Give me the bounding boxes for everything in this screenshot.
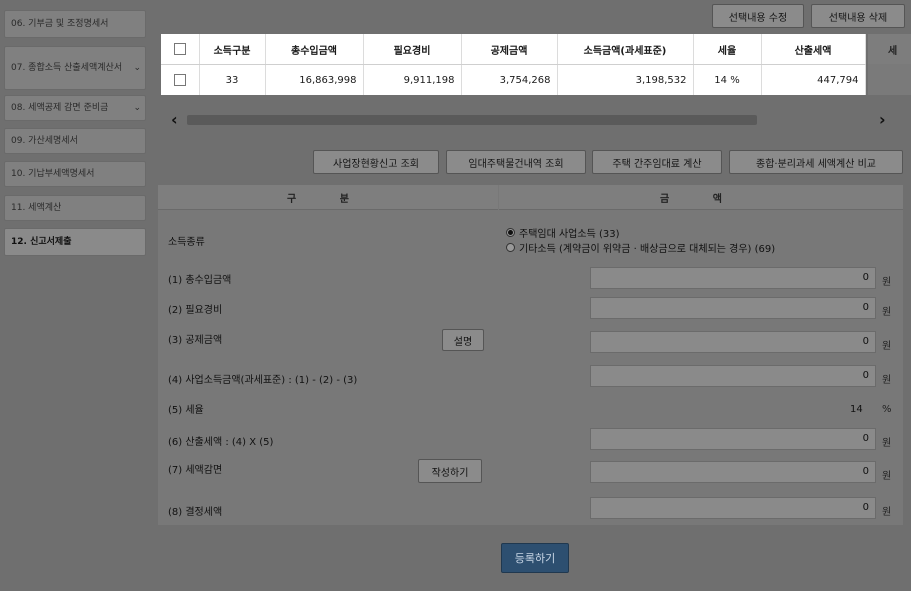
column-header: 필요경비 <box>363 34 462 65</box>
table-row-overflow <box>868 64 911 95</box>
radio-other-income[interactable]: 기타소득 (계약금이 위약금 · 배상금으로 대체되는 경우) (69) <box>506 240 775 255</box>
sidebar-item-label: 07. 종합소득 산출세액계산서 <box>11 63 123 73</box>
table-cell: 3,754,268 <box>461 64 558 95</box>
row-checkbox[interactable] <box>173 74 186 86</box>
unit-label: 원 <box>882 341 892 352</box>
table-cell: 3,198,532 <box>557 64 694 95</box>
table-cell: 447,794 <box>761 64 866 95</box>
business-income-field: 0 <box>590 365 876 387</box>
table-cell: 9,911,198 <box>363 64 462 95</box>
sidebar-item-label: 11. 세액계산 <box>11 203 62 213</box>
chevron-down-icon: ⌄ <box>133 103 141 113</box>
column-header-overflow: 세 <box>868 34 911 64</box>
sidebar-item-label: 06. 기부금 및 조정명세서 <box>11 19 109 29</box>
tax-rate-value: 14 <box>850 404 863 415</box>
sidebar-item-donation[interactable]: 06. 기부금 및 조정명세서 <box>4 10 146 38</box>
income-form: 구 분 금 액 소득종류 주택임대 사업소득 (33) 기타소득 (계약금이 위… <box>158 185 903 525</box>
chevron-down-icon: ⌄ <box>133 63 141 73</box>
radio-selected-icon <box>506 228 515 237</box>
tax-reduction-field[interactable]: 0 <box>590 461 876 483</box>
explain-button[interactable]: 설명 <box>442 329 484 351</box>
radio-unselected-icon <box>506 243 515 252</box>
unit-label: 원 <box>882 277 892 288</box>
column-header: 산출세액 <box>761 34 866 65</box>
unit-label: 원 <box>882 375 892 386</box>
unit-label: 원 <box>882 507 892 518</box>
amount-column-header: 금 액 <box>499 185 903 210</box>
sidebar-item-label: 09. 가산세명세서 <box>11 136 78 146</box>
row-label-calculated-tax: (6) 산출세액 : (4) X (5) <box>168 437 274 448</box>
sidebar-item-additional-tax[interactable]: 09. 가산세명세서 <box>4 128 146 154</box>
sidebar-item-prepaid-tax[interactable]: 10. 기납부세액명세서 <box>4 161 146 187</box>
table-cell: 14 % <box>693 64 762 95</box>
radio-housing-rental[interactable]: 주택임대 사업소득 (33) <box>506 225 620 240</box>
row-label-tax-reduction: (7) 세액감면 <box>168 465 223 476</box>
calculated-tax-field: 0 <box>590 428 876 450</box>
sidebar-item-tax-calc-statement[interactable]: 07. 종합소득 산출세액계산서 ⌄ <box>4 46 146 90</box>
category-column-header: 구 분 <box>158 185 498 210</box>
register-button[interactable]: 등록하기 <box>501 543 569 573</box>
horizontal-scrollbar[interactable]: ‹ › <box>161 108 901 132</box>
write-button[interactable]: 작성하기 <box>418 459 482 483</box>
row-label-expenses: (2) 필요경비 <box>168 305 223 316</box>
sidebar-item-tax-credit[interactable]: 08. 세액공제 감면 준비금 ⌄ <box>4 95 146 121</box>
column-header: 총수입금액 <box>265 34 364 65</box>
row-label-business-income: (4) 사업소득금액(과세표준) : (1) - (2) - (3) <box>168 375 358 386</box>
scrollbar-thumb[interactable] <box>187 115 757 125</box>
radio-label: 기타소득 (계약금이 위약금 · 배상금으로 대체되는 경우) (69) <box>519 244 776 255</box>
unit-label: 원 <box>882 438 892 449</box>
row-label-deduction: (3) 공제금액 <box>168 335 223 346</box>
expenses-field[interactable]: 0 <box>590 297 876 319</box>
chevron-right-icon[interactable]: › <box>879 110 886 129</box>
radio-label: 주택임대 사업소득 (33) <box>519 229 620 240</box>
income-type-label: 소득종류 <box>168 237 205 248</box>
column-header: 세율 <box>693 34 762 65</box>
row-select-cell[interactable] <box>161 64 200 95</box>
unit-label: 원 <box>882 471 892 482</box>
rental-housing-button[interactable]: 임대주택물건내역 조회 <box>446 150 586 174</box>
sidebar-item-label: 10. 기납부세액명세서 <box>11 169 95 179</box>
business-report-button[interactable]: 사업장현황신고 조회 <box>313 150 439 174</box>
edit-selected-button[interactable]: 선택내용 수정 <box>712 4 804 28</box>
deduction-field[interactable]: 0 <box>590 331 876 353</box>
sidebar-item-label: 08. 세액공제 감면 준비금 <box>11 103 109 113</box>
deemed-rent-button[interactable]: 주택 간주임대료 계산 <box>592 150 722 174</box>
chevron-left-icon[interactable]: ‹ <box>171 110 178 129</box>
column-header: 소득금액(과세표준) <box>557 34 694 65</box>
sidebar-item-submit[interactable]: 12. 신고서제출 <box>4 228 146 256</box>
column-header: 소득구분 <box>199 34 266 65</box>
column-header: 공제금액 <box>461 34 558 65</box>
total-income-field[interactable]: 0 <box>590 267 876 289</box>
select-all-checkbox[interactable] <box>173 43 186 55</box>
sidebar-item-label: 12. 신고서제출 <box>11 237 72 247</box>
row-label-total-income: (1) 총수입금액 <box>168 275 232 286</box>
sidebar-item-tax-calculation[interactable]: 11. 세액계산 <box>4 195 146 221</box>
select-all-cell[interactable] <box>161 34 200 65</box>
row-label-final-tax: (8) 결정세액 <box>168 507 223 518</box>
final-tax-field: 0 <box>590 497 876 519</box>
row-label-tax-rate: (5) 세율 <box>168 405 204 416</box>
table-row[interactable]: 33 16,863,998 9,911,198 3,754,268 3,198,… <box>161 64 866 95</box>
table-cell: 33 <box>199 64 266 95</box>
unit-label: % <box>882 404 892 415</box>
table-cell: 16,863,998 <box>265 64 364 95</box>
delete-selected-button[interactable]: 선택내용 삭제 <box>811 4 905 28</box>
table-header-row: 소득구분 총수입금액 필요경비 공제금액 소득금액(과세표준) 세율 산출세액 <box>161 34 866 65</box>
tax-compare-button[interactable]: 종합·분리과세 세액계산 비교 <box>729 150 903 174</box>
unit-label: 원 <box>882 307 892 318</box>
income-table: 소득구분 총수입금액 필요경비 공제금액 소득금액(과세표준) 세율 산출세액 … <box>161 34 866 95</box>
